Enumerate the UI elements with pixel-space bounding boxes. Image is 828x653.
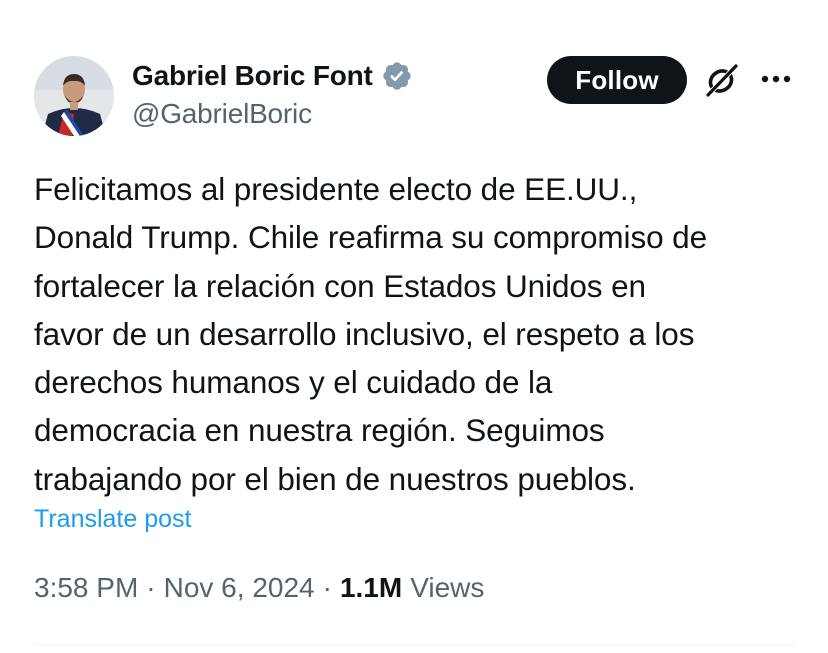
handle[interactable]: @GabrielBoric: [132, 98, 413, 130]
meta-separator: ·: [146, 572, 156, 603]
translate-post-link[interactable]: Translate post: [34, 505, 191, 534]
display-name-row: Gabriel Boric Font: [132, 58, 413, 94]
views-label: Views: [410, 572, 485, 603]
follow-button[interactable]: Follow: [547, 56, 687, 104]
avatar[interactable]: [34, 56, 114, 136]
meta-separator: ·: [322, 572, 332, 603]
tweet-text: Felicitamos al presidente electo de EE.U…: [34, 171, 708, 497]
grok-icon[interactable]: [704, 62, 740, 98]
divider: [34, 644, 794, 645]
more-icon[interactable]: [758, 64, 794, 94]
verified-badge-icon: [381, 60, 413, 92]
views-count: 1.1M: [339, 572, 403, 603]
tweet-meta: 3:58 PM · Nov 6, 2024 · 1.1M Views: [34, 572, 484, 604]
display-name[interactable]: Gabriel Boric Font: [132, 60, 373, 92]
author-names: Gabriel Boric Font @GabrielBoric: [132, 58, 413, 130]
tweet-time[interactable]: 3:58 PM: [34, 572, 138, 604]
tweet-header: Gabriel Boric Font @GabrielBoric Follow: [34, 54, 794, 138]
tweet-date[interactable]: Nov 6, 2024: [164, 572, 315, 604]
